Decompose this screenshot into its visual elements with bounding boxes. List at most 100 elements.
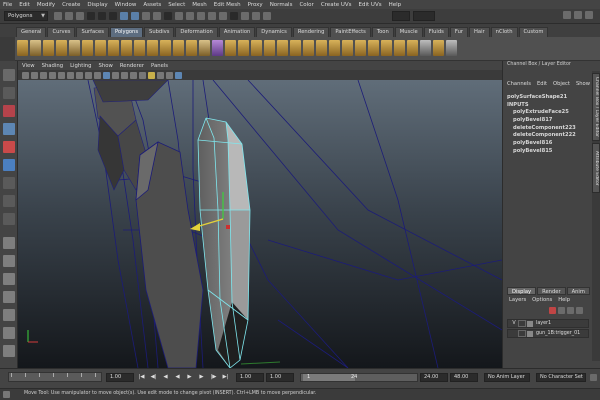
step-forward-icon[interactable]: |▶: [210, 374, 217, 381]
layer-color-swatch[interactable]: [527, 330, 533, 337]
move-tool-icon[interactable]: [3, 123, 15, 135]
menu-assets[interactable]: Assets: [143, 2, 161, 8]
snap-point-icon[interactable]: [208, 12, 216, 20]
input-node[interactable]: polyExtrudeFace25: [507, 109, 589, 117]
anim-end-field[interactable]: 48.00: [450, 373, 478, 382]
poly-cube-icon[interactable]: [30, 40, 41, 56]
channel-box-menu-edit[interactable]: Edit: [537, 81, 547, 87]
bridge-icon[interactable]: [251, 40, 262, 56]
side-tab-channel-box[interactable]: Channel Box / Layer Editor: [592, 73, 600, 141]
menu-color[interactable]: Color: [299, 2, 313, 8]
scale-tool-icon[interactable]: [3, 159, 15, 171]
shelf-tab-deformation[interactable]: Deformation: [175, 27, 218, 37]
layer-row[interactable]: gun_1B:trigger_01: [507, 329, 589, 338]
play-backwards-icon[interactable]: ◀: [174, 374, 181, 381]
select-hierarchy-icon[interactable]: [87, 12, 95, 20]
lasso-tool-icon[interactable]: [3, 87, 15, 99]
time-slider-track[interactable]: [8, 372, 102, 382]
poly-pyramid-icon[interactable]: [108, 40, 119, 56]
smooth-icon[interactable]: [212, 40, 223, 56]
field-chart-icon[interactable]: [94, 71, 101, 79]
ipr-render-icon[interactable]: [252, 12, 260, 20]
bookmark-icon[interactable]: [40, 71, 47, 79]
grid-icon[interactable]: [58, 71, 65, 79]
shelf-tab-fluids[interactable]: Fluids: [423, 27, 449, 37]
layout-hypershade-icon[interactable]: [3, 327, 15, 339]
panel-menu-show[interactable]: Show: [99, 63, 113, 69]
collapse-icon[interactable]: [368, 40, 379, 56]
camera-attributes-icon[interactable]: [31, 71, 38, 79]
select-component-icon[interactable]: [109, 12, 117, 20]
layer-row[interactable]: V layer1: [507, 319, 589, 328]
render-icon[interactable]: [241, 12, 249, 20]
layer-type-toggle[interactable]: [518, 320, 526, 327]
play-forwards-icon[interactable]: ▶: [186, 374, 193, 381]
menu-display[interactable]: Display: [87, 2, 107, 8]
snap-surface-icon[interactable]: [219, 12, 227, 20]
menu-create-uvs[interactable]: Create UVs: [321, 2, 352, 8]
range-slider-handle[interactable]: 1 24: [303, 374, 357, 381]
layer-color-swatch[interactable]: [527, 320, 533, 327]
combine-icon[interactable]: [160, 40, 171, 56]
merge-icon[interactable]: [355, 40, 366, 56]
shelf-tab-painteffects[interactable]: PaintEffects: [330, 27, 371, 37]
shelf-tab-toon[interactable]: Toon: [371, 27, 394, 37]
shelf-tab-fur[interactable]: Fur: [449, 27, 468, 37]
tab-anim[interactable]: Anim: [566, 287, 590, 295]
extract-icon[interactable]: [186, 40, 197, 56]
safe-action-icon[interactable]: [103, 71, 110, 79]
shelf-tab-muscle[interactable]: Muscle: [394, 27, 423, 37]
anim-layer-dropdown[interactable]: No Anim Layer: [484, 373, 530, 382]
reverse-normals-icon[interactable]: [420, 40, 431, 56]
input-line-field[interactable]: [413, 11, 435, 21]
poke-icon[interactable]: [407, 40, 418, 56]
step-forward-key-icon[interactable]: ▶: [198, 374, 205, 381]
uv-editor-icon[interactable]: [433, 40, 444, 56]
menu-select[interactable]: Select: [168, 2, 185, 8]
panel-menu-panels[interactable]: Panels: [151, 63, 168, 69]
poly-pipe-icon[interactable]: [121, 40, 132, 56]
shelf-tab-custom[interactable]: Custom: [518, 27, 549, 37]
shelf-tab-rendering[interactable]: Rendering: [292, 27, 330, 37]
insert-edge-loop-icon[interactable]: [303, 40, 314, 56]
split-polygon-icon[interactable]: [290, 40, 301, 56]
panel-menu-renderer[interactable]: Renderer: [120, 63, 144, 69]
attribute-editor-toggle-icon[interactable]: [563, 11, 571, 19]
channel-box-menu-channels[interactable]: Channels: [507, 81, 531, 87]
input-node[interactable]: deleteComponent223: [507, 125, 589, 133]
shape-node-name[interactable]: polySurfaceShape21: [507, 94, 589, 102]
mask-face-icon[interactable]: [142, 12, 150, 20]
poly-soccer-ball-icon[interactable]: [147, 40, 158, 56]
anim-start-field[interactable]: 1.00: [236, 373, 264, 382]
channel-box-menu-show[interactable]: Show: [576, 81, 590, 87]
textured-icon[interactable]: [139, 71, 146, 79]
manipulator-tool-icon[interactable]: [3, 177, 15, 189]
gate-mask-icon[interactable]: [85, 71, 92, 79]
range-start-field[interactable]: 1.00: [266, 373, 294, 382]
wireframe-on-shaded-icon[interactable]: [130, 71, 137, 79]
menu-modify[interactable]: Modify: [37, 2, 55, 8]
bevel-icon[interactable]: [342, 40, 353, 56]
render-settings-icon[interactable]: [263, 12, 271, 20]
extrude-icon[interactable]: [329, 40, 340, 56]
channel-box-menu-object[interactable]: Object: [553, 81, 570, 87]
range-end-field[interactable]: 24.00: [420, 373, 448, 382]
move-layer-up-icon[interactable]: [549, 307, 556, 314]
film-gate-icon[interactable]: [67, 71, 74, 79]
shadows-icon[interactable]: [157, 71, 164, 79]
layout-four-icon[interactable]: [3, 255, 15, 267]
soft-mod-tool-icon[interactable]: [3, 195, 15, 207]
input-node[interactable]: deleteComponent222: [507, 132, 589, 140]
layer-type-toggle[interactable]: [518, 330, 526, 337]
separate-icon[interactable]: [173, 40, 184, 56]
snap-grid-icon[interactable]: [186, 12, 194, 20]
tab-display[interactable]: Display: [507, 287, 537, 295]
current-time-field[interactable]: 1.00: [106, 373, 134, 382]
character-set-dropdown[interactable]: No Character Set: [536, 373, 586, 382]
new-layer-icon[interactable]: [567, 307, 574, 314]
resolution-gate-icon[interactable]: [76, 71, 83, 79]
panel-menu-view[interactable]: View: [22, 63, 35, 69]
smooth-shade-icon[interactable]: [121, 71, 128, 79]
mask-uv-icon[interactable]: [153, 12, 161, 20]
menu-edit-mesh[interactable]: Edit Mesh: [214, 2, 241, 8]
